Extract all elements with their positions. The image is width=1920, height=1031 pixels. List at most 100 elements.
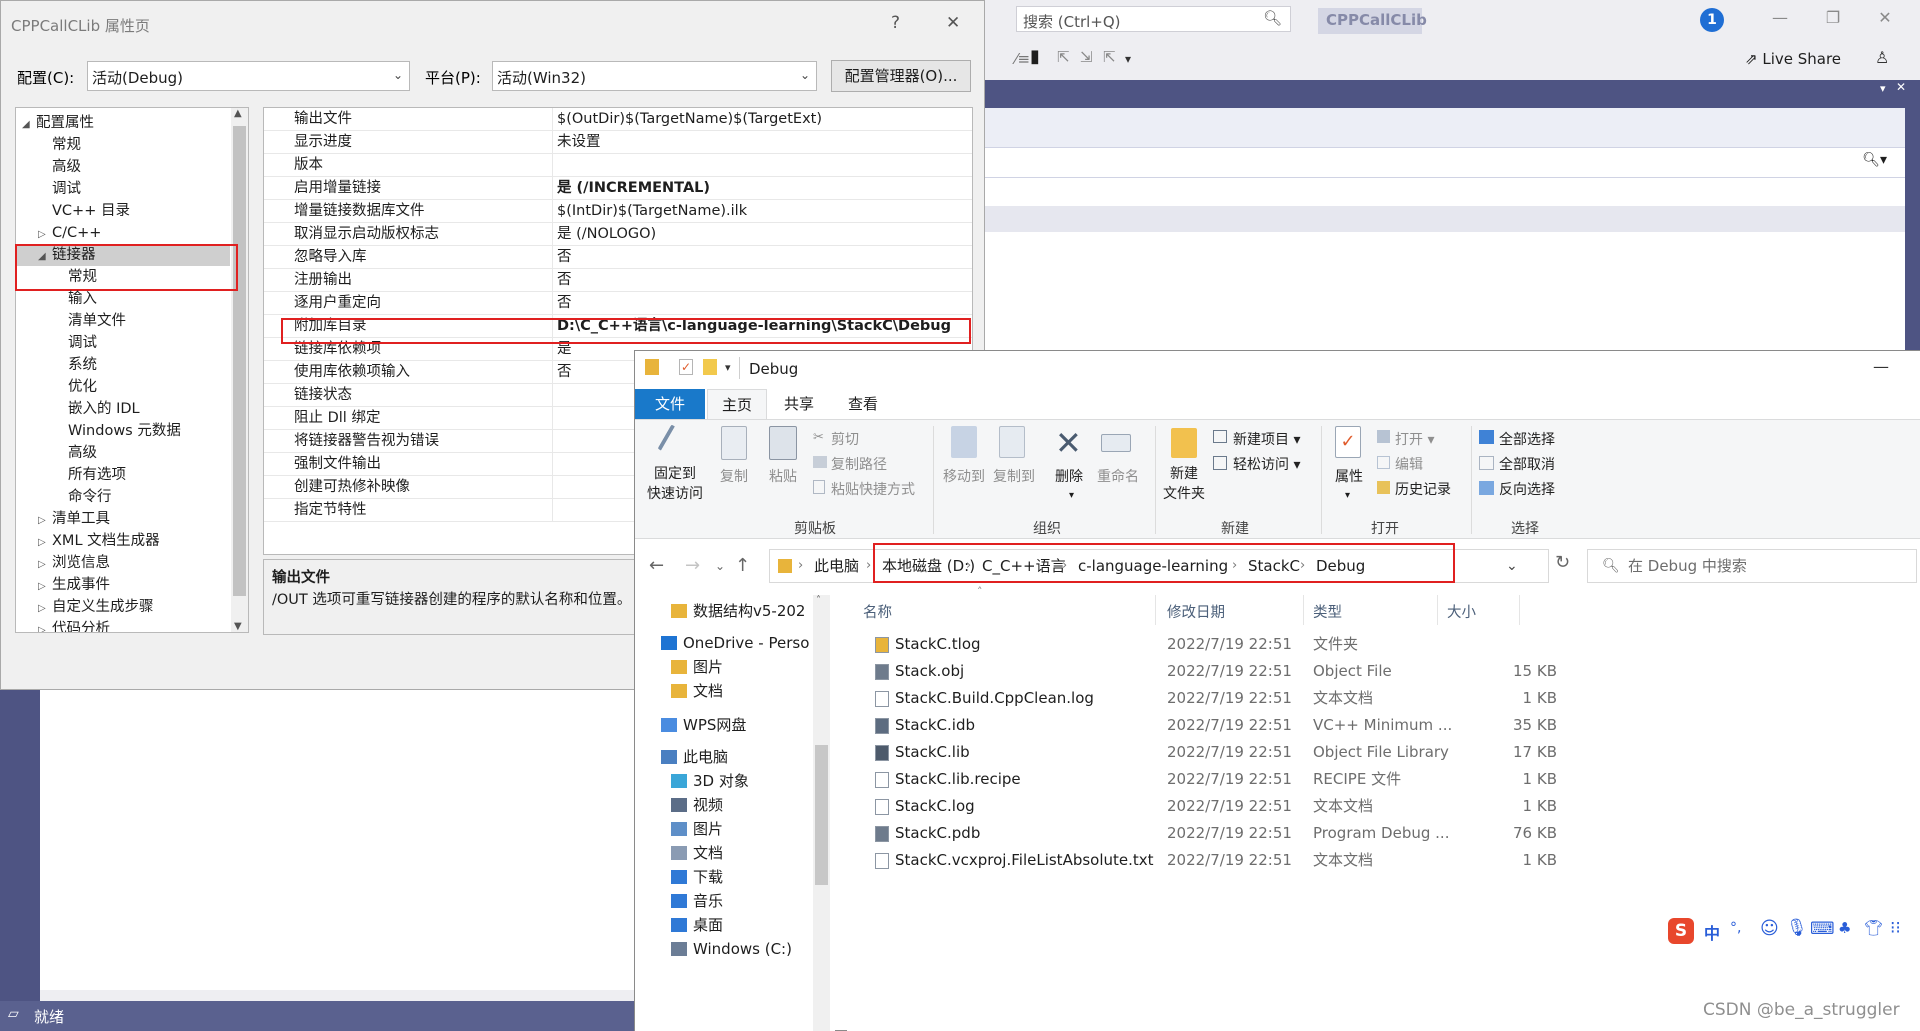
tree-item[interactable]: 系统 [54,354,97,376]
tree-item[interactable]: ◢ 链接器 [38,244,96,266]
easy-access-button[interactable]: 轻松访问 ▾ [1233,454,1300,474]
scroll-up-icon[interactable]: ▲ [234,108,242,119]
forward-icon[interactable]: → [685,555,700,576]
new-folder-quick-icon[interactable] [703,359,717,375]
property-value[interactable] [552,430,557,452]
expand-icon[interactable]: ▷ [38,532,52,554]
feedback-icon[interactable]: ♙ [1875,48,1889,67]
explorer-search-input[interactable]: 🔍︎ 在 Debug 中搜索 [1587,549,1917,583]
property-row[interactable]: 增量链接数据库文件 $(IntDir)$(TargetName).ilk [264,200,972,223]
expand-icon[interactable]: ▷ [38,510,52,532]
property-row[interactable]: 显示进度 未设置 [264,131,972,154]
tree-item[interactable]: 调试 [54,332,97,354]
bookmark-icon[interactable]: ▮ [1030,46,1040,67]
refresh-icon[interactable]: ↻ [1555,552,1570,573]
tab-view[interactable]: 查看 [833,389,893,419]
property-value[interactable] [552,499,557,521]
property-value[interactable]: 是 (/INCREMENTAL) [552,177,710,199]
property-value[interactable]: 否 [552,246,572,268]
tree-item[interactable]: 常规 [38,134,81,156]
property-value[interactable]: 否 [552,269,572,291]
property-row[interactable]: 逐用户重定向 否 [264,292,972,315]
panel-close-icon[interactable]: ✕ [1896,80,1906,94]
delete-button[interactable]: 删除 [1049,466,1089,486]
emoji-icon[interactable]: ☺ [1760,918,1779,939]
expand-icon[interactable]: ▷ [38,576,52,598]
tab-home[interactable]: 主页 [707,389,767,419]
properties-quick-icon[interactable]: ✓ [679,359,693,375]
history-button[interactable]: 历史记录 [1395,479,1451,499]
file-row[interactable]: Stack.obj 2022/7/19 22:51 Object File 15 KB [847,658,1920,685]
recent-dropdown-icon[interactable]: ⌄ [715,559,725,573]
cut-button[interactable]: 剪切 [831,429,859,449]
column-size[interactable]: 大小 [1447,601,1476,622]
paste-shortcut-button[interactable]: 粘贴快捷方式 [831,479,915,499]
tree-item[interactable]: 所有选项 [54,464,126,486]
invert-selection-button[interactable]: 反向选择 [1499,479,1555,499]
property-value[interactable] [552,453,557,475]
tree-item[interactable]: ▷ XML 文档生成器 [38,530,160,552]
pin-quick-access-button[interactable]: 固定到 快速访问 [641,464,709,504]
select-all-button[interactable]: 全部选择 [1499,429,1555,449]
tree-item[interactable]: Windows 元数据 [54,420,181,442]
property-row[interactable]: 版本 [264,154,972,177]
nav-scrollbar[interactable]: ˄ [813,595,830,1031]
tools-icon[interactable]: 👕︎ [1864,919,1883,937]
expand-icon[interactable]: ▷ [38,224,52,246]
tree-item[interactable]: VC++ 目录 [38,200,130,222]
column-separator[interactable] [1519,595,1520,625]
file-row[interactable]: StackC.lib 2022/7/19 22:51 Object File Lib… [847,739,1920,766]
property-row[interactable]: 注册输出 否 [264,269,972,292]
file-row[interactable]: StackC.Build.CppClean.log 2022/7/19 22:51… [847,685,1920,712]
tree-item[interactable]: 高级 [38,156,81,178]
new-item-button[interactable]: 新建项目 ▾ [1233,429,1300,449]
ime-language-toggle[interactable]: 中 [1704,920,1720,944]
panel-search[interactable]: 🔍︎▾ [985,148,1905,178]
delete-dropdown-icon[interactable]: ▾ [1069,490,1074,501]
property-value[interactable]: 是 (/NOLOGO) [552,223,656,245]
expand-icon[interactable]: ▷ [38,598,52,620]
tree-scroll-thumb[interactable] [233,126,246,596]
move-to-button[interactable]: 移动到 [939,466,989,486]
minimize-icon[interactable]: — [1765,8,1795,34]
tree-item[interactable]: 高级 [54,442,97,464]
copy-path-button[interactable]: 复制路径 [831,454,887,474]
panel-selected-row[interactable] [985,206,1905,232]
property-row[interactable]: 取消显示启动版权标志 是 (/NOLOGO) [264,223,972,246]
column-separator[interactable] [1155,595,1156,625]
property-value[interactable]: 否 [552,361,572,383]
tree-item[interactable]: ▷ 自定义生成步骤 [38,596,154,618]
tab-file[interactable]: 文件 [635,389,705,419]
expand-icon[interactable]: ▷ [38,620,52,632]
copy-to-button[interactable]: 复制到 [989,466,1039,486]
column-type[interactable]: 类型 [1313,601,1342,622]
tree-item[interactable]: 清单文件 [54,310,126,332]
tab-share[interactable]: 共享 [769,389,829,419]
scroll-up-icon[interactable]: ˄ [816,595,821,606]
vs-search-input[interactable]: 搜索 (Ctrl+Q) 🔍︎ [1016,6,1291,32]
open-button[interactable]: 打开 ▾ [1395,429,1434,449]
address-dropdown-icon[interactable]: ⌄ [1506,550,1518,582]
property-value[interactable]: $(OutDir)$(TargetName)$(TargetExt) [552,108,822,130]
select-none-button[interactable]: 全部取消 [1499,454,1555,474]
file-row[interactable]: StackC.idb 2022/7/19 22:51 VC++ Minimum ..… [847,712,1920,739]
notification-badge[interactable]: 1 [1700,8,1724,32]
tree-item[interactable]: ▷ 代码分析 [38,618,110,632]
tree-item[interactable]: ◢ 配置属性 [22,112,94,134]
collapse-icon[interactable]: ◢ [22,114,36,136]
tree-item[interactable]: 常规 [54,266,97,288]
file-row[interactable]: StackC.vcxproj.FileListAbsolute.txt 2022/… [847,847,1920,874]
column-separator[interactable] [1303,595,1304,625]
property-value[interactable]: 否 [552,292,572,314]
tree-item[interactable]: 优化 [54,376,97,398]
live-share-button[interactable]: ⇗ Live Share [1745,50,1841,68]
toolbar-overflow-icon[interactable]: ▾ [1125,52,1131,66]
quick-access-dropdown-icon[interactable]: ▾ [725,361,731,374]
skin-icon[interactable]: ♣ [1838,919,1851,937]
sogou-logo-icon[interactable]: S [1668,918,1694,944]
up-icon[interactable]: ↑ [735,555,750,576]
comment-icon[interactable]: ⁄≡ [1015,50,1030,68]
property-row[interactable]: 启用增量链接 是 (/INCREMENTAL) [264,177,972,200]
property-value[interactable] [552,407,557,429]
file-row[interactable]: StackC.lib.recipe 2022/7/19 22:51 RECIPE 文… [847,766,1920,793]
